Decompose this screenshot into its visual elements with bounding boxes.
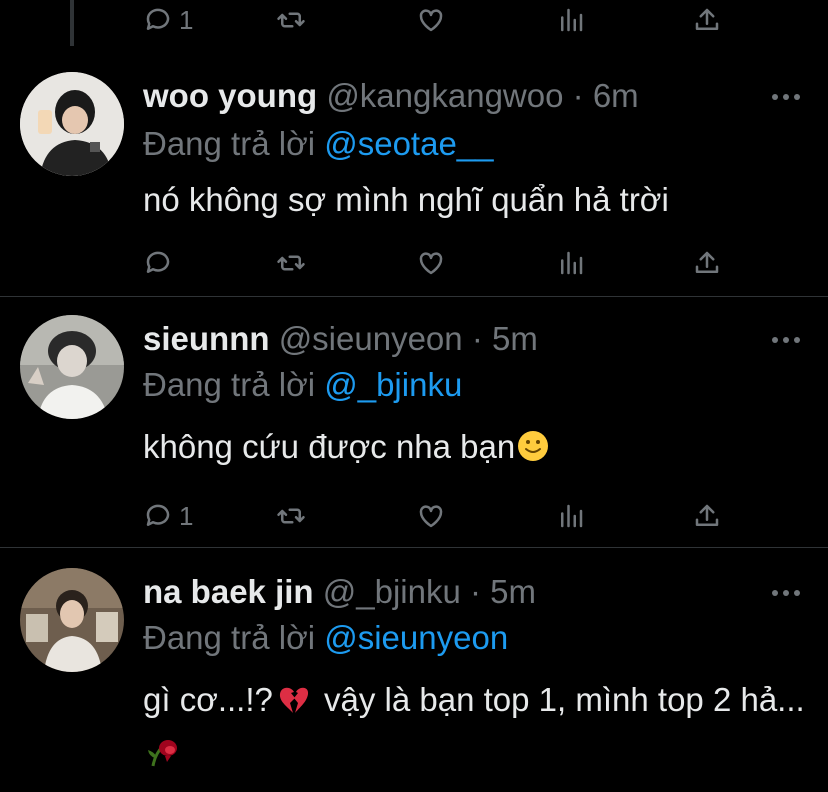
more-options-button[interactable] <box>772 94 800 102</box>
separator-dot: · <box>572 77 584 114</box>
retweet-icon <box>277 255 305 271</box>
avatar-photo <box>20 315 124 419</box>
analytics-icon <box>561 8 583 32</box>
tweet[interactable]: na baek jin @_bjinku · 5m Đang trả lời @… <box>0 548 828 792</box>
reply-button[interactable]: 1 <box>143 501 193 531</box>
tweet-text-content: nó không sợ mình nghĩ quẩn hả trời <box>143 181 669 218</box>
tweet-text-part1: gì cơ...!? <box>143 681 273 718</box>
heart-icon <box>419 252 443 275</box>
username[interactable]: @kangkangwoo <box>326 77 563 114</box>
analytics-button[interactable] <box>556 501 586 531</box>
like-button[interactable] <box>416 5 446 35</box>
heart-icon <box>419 9 443 32</box>
avatar[interactable] <box>20 72 124 176</box>
tweet-text-part2: vậy là bạn top 1, mình top 2 hả... <box>314 681 805 718</box>
reply-button[interactable]: 1 <box>143 5 193 35</box>
share-button[interactable] <box>692 501 722 531</box>
tweet[interactable]: woo young @kangkangwoo · 6m Đang trả lời… <box>0 58 828 296</box>
analytics-button[interactable] <box>556 5 586 35</box>
analytics-icon <box>561 504 583 528</box>
reply-icon <box>146 504 170 526</box>
tweet-text: gì cơ...!? vậy là bạn top 1, mình top 2 … <box>143 674 813 776</box>
reply-icon <box>146 8 170 30</box>
replying-to-label: Đang trả lời <box>143 125 325 162</box>
separator-dot: · <box>469 573 481 610</box>
share-button[interactable] <box>692 5 722 35</box>
replying-to: Đang trả lời @seotae__ <box>143 124 494 164</box>
retweet-button[interactable] <box>276 501 306 531</box>
reply-icon <box>146 251 170 273</box>
username[interactable]: @_bjinku <box>323 573 461 610</box>
previous-tweet-actions: 1 <box>0 0 828 46</box>
username[interactable]: @sieunyeon <box>279 320 463 357</box>
more-options-button[interactable] <box>772 590 800 598</box>
display-name[interactable]: woo young <box>143 77 317 114</box>
reply-button[interactable] <box>143 248 179 278</box>
tweet-text: nó không sợ mình nghĩ quẩn hả trời <box>143 174 813 225</box>
share-icon <box>695 8 719 30</box>
tweet-text-content: không cứu được nha bạn <box>143 428 516 465</box>
avatar-photo <box>20 72 124 176</box>
timestamp[interactable]: 6m <box>593 77 639 114</box>
more-options-button[interactable] <box>772 337 800 345</box>
share-icon <box>695 251 719 273</box>
avatar[interactable] <box>20 315 124 419</box>
replying-to: Đang trả lời @_bjinku <box>143 365 462 405</box>
slightly-smiling-face-icon <box>518 431 549 461</box>
share-button[interactable] <box>692 248 722 278</box>
retweet-icon <box>277 12 305 28</box>
timestamp[interactable]: 5m <box>492 320 538 357</box>
avatar[interactable] <box>20 568 124 672</box>
replying-to: Đang trả lời @sieunyeon <box>143 618 508 658</box>
tweet-header: sieunnn @sieunyeon · 5m <box>143 319 538 359</box>
separator-dot: · <box>471 320 483 357</box>
share-icon <box>695 504 719 526</box>
replying-to-label: Đang trả lời <box>143 366 325 403</box>
mention-link[interactable]: @seotae__ <box>324 125 493 162</box>
mention-link[interactable]: @sieunyeon <box>324 619 508 656</box>
broken-heart-icon <box>279 687 308 713</box>
reply-count: 1 <box>179 501 194 531</box>
heart-icon <box>419 505 443 528</box>
retweet-icon <box>277 508 305 524</box>
timestamp[interactable]: 5m <box>490 573 536 610</box>
tweet-header: woo young @kangkangwoo · 6m <box>143 76 639 116</box>
tweet[interactable]: sieunnn @sieunyeon · 5m Đang trả lời @_b… <box>0 297 828 547</box>
tweet-header: na baek jin @_bjinku · 5m <box>143 572 536 612</box>
reply-count: 1 <box>179 5 194 35</box>
replying-to-label: Đang trả lời <box>143 619 325 656</box>
avatar-photo <box>20 568 124 672</box>
analytics-icon <box>561 251 583 275</box>
like-button[interactable] <box>416 501 446 531</box>
tweet-text: không cứu được nha bạn <box>143 421 813 472</box>
display-name[interactable]: sieunnn <box>143 320 270 357</box>
like-button[interactable] <box>416 248 446 278</box>
analytics-button[interactable] <box>556 248 586 278</box>
retweet-button[interactable] <box>276 5 306 35</box>
wilted-flower-icon <box>148 740 177 767</box>
display-name[interactable]: na baek jin <box>143 573 314 610</box>
retweet-button[interactable] <box>276 248 306 278</box>
mention-link[interactable]: @_bjinku <box>324 366 462 403</box>
